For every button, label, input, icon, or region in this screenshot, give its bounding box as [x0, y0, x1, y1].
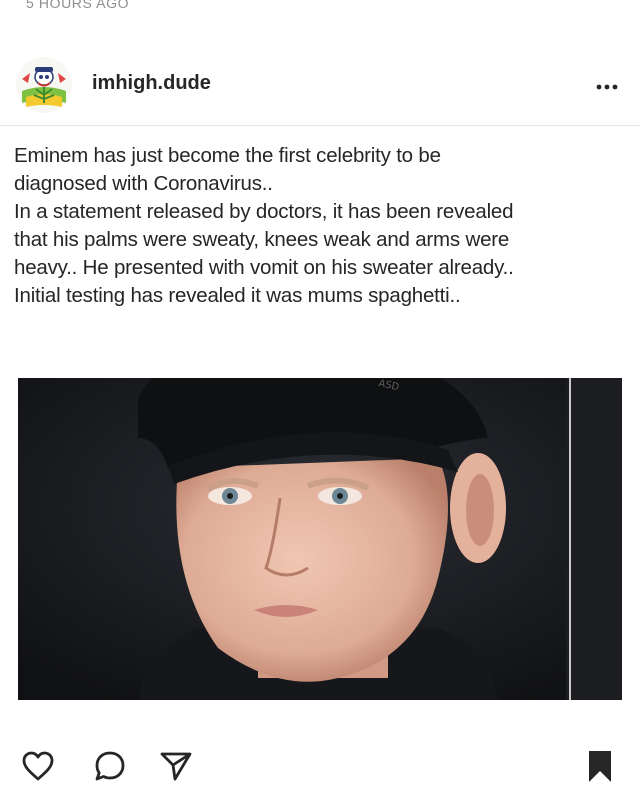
post-header: imhigh.dude [0, 50, 640, 126]
caption-line: Eminem has just become the first celebri… [14, 144, 441, 167]
caption-line: heavy.. He presented with vomit on his s… [14, 256, 514, 279]
caption-line: Initial testing has revealed it was mums… [14, 284, 461, 307]
share-icon[interactable] [158, 748, 194, 784]
action-bar [0, 748, 640, 800]
bookmark-icon[interactable] [584, 748, 616, 784]
portrait-photo-icon: ASD [18, 378, 622, 700]
caption-line: diagnosed with Coronavirus.. [14, 172, 273, 195]
timestamp: 5 HOURS AGO [26, 0, 130, 11]
cartoon-character-avatar-icon [16, 57, 72, 113]
post-image[interactable]: ASD [18, 378, 622, 700]
avatar[interactable] [16, 57, 72, 113]
more-options-icon[interactable] [596, 78, 618, 96]
post-caption: Eminem has just become the first celebri… [14, 142, 634, 310]
caption-line: that his palms were sweaty, knees weak a… [14, 228, 510, 251]
comment-icon[interactable] [92, 748, 128, 784]
heart-icon[interactable] [20, 748, 56, 784]
caption-line: In a statement released by doctors, it h… [14, 200, 514, 223]
username[interactable]: imhigh.dude [92, 72, 211, 95]
